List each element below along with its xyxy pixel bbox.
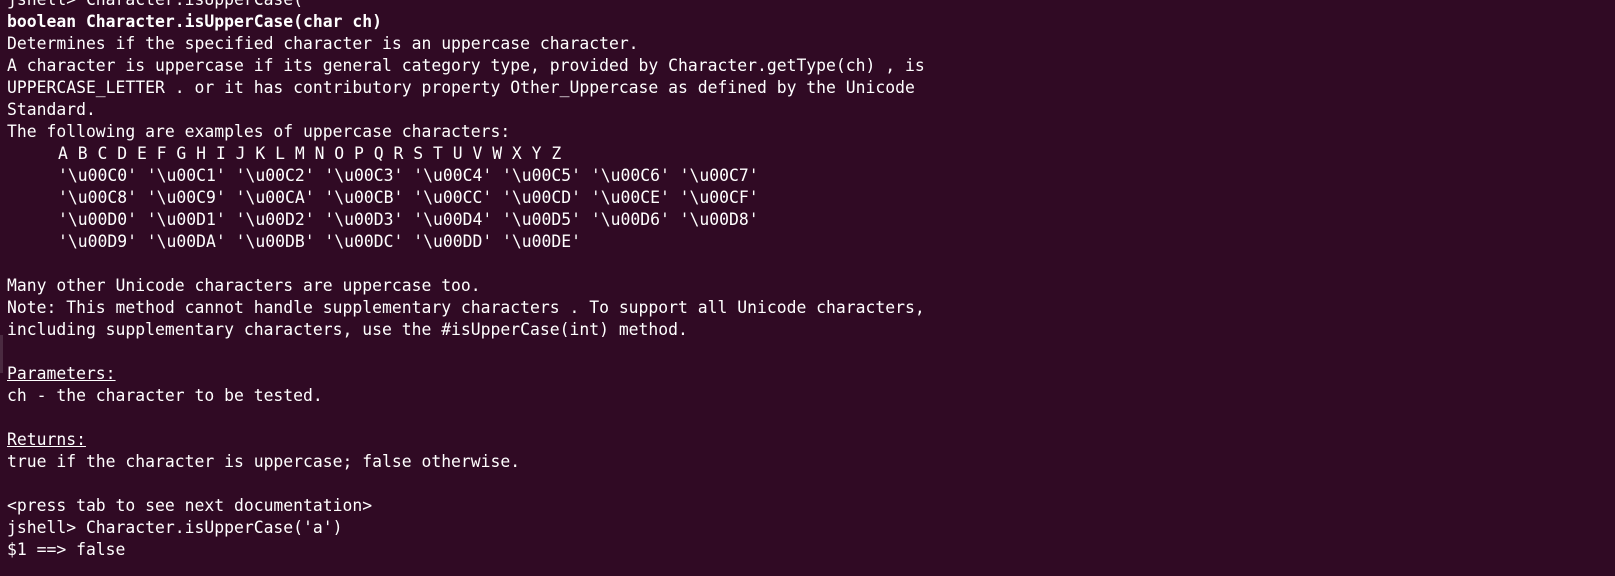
examples-line: '\u00C8' '\u00C9' '\u00CA' '\u00CB' '\u0… <box>58 188 759 207</box>
many-other-line: Many other Unicode characters are upperc… <box>7 276 481 295</box>
examples-intro: The following are examples of uppercase … <box>7 122 511 141</box>
doc-description-line: Standard. <box>7 100 96 119</box>
scrollbar[interactable] <box>0 335 3 373</box>
note-line: Note: This method cannot handle suppleme… <box>7 298 925 317</box>
doc-description-line: A character is uppercase if its general … <box>7 56 925 75</box>
examples-line: '\u00D9' '\u00DA' '\u00DB' '\u00DC' '\u0… <box>58 232 582 251</box>
terminal-output: jshell> Character.isUpperCase( boolean C… <box>7 0 1615 561</box>
returns-heading-line: Returns: <box>7 429 1615 451</box>
parameters-text: ch - the character to be tested. <box>7 386 323 405</box>
command-line[interactable]: jshell> Character.isUpperCase('a') <box>7 517 1615 539</box>
parameters-heading-line: Parameters: <box>7 363 1615 385</box>
doc-description-line: Determines if the specified character is… <box>7 34 639 53</box>
examples-line: A B C D E F G H I J K L M N O P Q R S T … <box>58 144 562 163</box>
doc-description-line: UPPERCASE_LETTER . or it has contributor… <box>7 78 915 97</box>
examples-line: '\u00D0' '\u00D1' '\u00D2' '\u00D3' '\u0… <box>58 210 759 229</box>
returns-text: true if the character is uppercase; fals… <box>7 452 521 471</box>
tab-hint: <press tab to see next documentation> <box>7 496 373 515</box>
note-line: including supplementary characters, use … <box>7 320 688 339</box>
previous-command-line: jshell> Character.isUpperCase( <box>7 0 1615 11</box>
returns-heading: Returns: <box>7 430 86 449</box>
method-signature: boolean Character.isUpperCase(char ch) <box>7 12 382 31</box>
examples-line: '\u00C0' '\u00C1' '\u00C2' '\u00C3' '\u0… <box>58 166 759 185</box>
parameters-heading: Parameters: <box>7 364 116 383</box>
terminal-window[interactable]: jshell> Character.isUpperCase( boolean C… <box>0 0 1615 576</box>
result-line: $1 ==> false <box>7 540 126 559</box>
